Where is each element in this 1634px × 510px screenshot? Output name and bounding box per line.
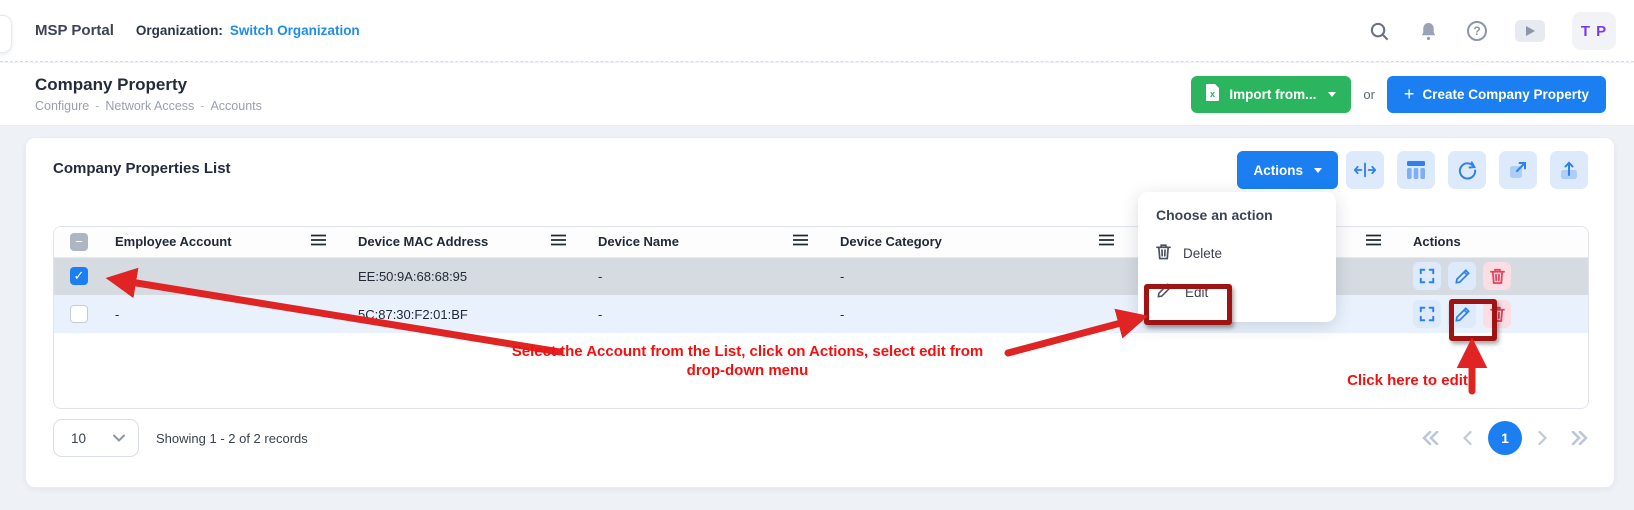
top-bar: MSP Portal Organization: Switch Organiza… [0,0,1634,62]
column-menu-icon[interactable] [311,234,326,249]
showing-records-text: Showing 1 - 2 of 2 records [156,431,308,446]
first-page-icon[interactable] [1422,431,1439,445]
edit-pencil-icon[interactable] [1448,262,1476,290]
card-toolbar: Actions [1237,151,1588,189]
menu-item-edit[interactable]: Edit [1156,279,1318,305]
column-header-device-mac: Device MAC Address [358,234,488,249]
row-checkbox[interactable] [70,305,88,323]
breadcrumb-separator: - [95,99,99,113]
fullscreen-icon[interactable] [1499,151,1537,189]
page-number-button[interactable]: 1 [1488,421,1522,455]
organization-label: Organization: [136,23,223,38]
column-header-device-category: Device Category [840,234,942,249]
card-title: Company Properties List [53,160,231,177]
plus-icon: + [1404,85,1415,103]
column-menu-icon[interactable] [793,234,808,249]
pager: 1 [1422,421,1588,455]
chevron-down-icon [1314,168,1322,173]
cell-device-name: - [582,295,824,333]
notifications-bell-icon[interactable] [1417,20,1439,42]
breadcrumb-separator: - [200,99,204,113]
or-label: or [1363,87,1375,102]
minus-icon: − [75,234,83,249]
page-title: Company Property [35,75,262,95]
column-menu-icon[interactable] [1366,234,1381,249]
breadcrumb: Configure-Network Access-Accounts [35,99,262,113]
column-menu-icon[interactable] [1099,234,1114,249]
chevron-down-icon [1328,92,1336,97]
prev-page-icon[interactable] [1463,431,1472,445]
video-tutorial-icon[interactable] [1515,20,1545,42]
switch-organization-link[interactable]: Switch Organization [230,23,360,38]
table-row[interactable]: ✓ - EE:50:9A:68:68:95 - - [54,257,1588,295]
cell-device-category: - [824,257,1130,295]
actions-dropdown-button[interactable]: Actions [1237,151,1338,189]
fit-columns-icon[interactable] [1346,151,1384,189]
row-checkbox[interactable]: ✓ [70,267,88,285]
column-header-device-name: Device Name [598,234,679,249]
table-header-row: − Employee Account Device MAC Address De… [54,227,1588,257]
expand-icon[interactable] [1413,262,1441,290]
top-icon-group: ? T P [1368,0,1616,62]
company-properties-card: Company Properties List Actions [25,137,1615,488]
cell-device-mac: EE:50:9A:68:68:95 [342,257,582,295]
cell-device-mac: 5C:87:30:F2:01:BF [342,295,582,333]
edit-pencil-icon[interactable] [1448,300,1476,328]
brand-title: MSP Portal [35,22,114,39]
columns-icon[interactable] [1397,151,1435,189]
pencil-icon [1156,282,1173,302]
table-row[interactable]: - 5C:87:30:F2:01:BF - - [54,295,1588,333]
column-header-actions: Actions [1413,234,1461,249]
cell-employee-account: - [99,257,342,295]
create-company-property-button[interactable]: + Create Company Property [1387,76,1606,113]
column-header-employee-account: Employee Account [115,234,232,249]
actions-dropdown-menu: Choose an action Delete Edit [1138,192,1336,322]
breadcrumb-item[interactable]: Network Access [105,99,194,113]
breadcrumb-item[interactable]: Configure [35,99,89,113]
expand-icon[interactable] [1413,300,1441,328]
refresh-icon[interactable] [1448,151,1486,189]
pagination-bar: 10 Showing 1 - 2 of 2 records 1 [53,419,1588,457]
column-menu-icon[interactable] [551,234,566,249]
cell-device-category: - [824,295,1130,333]
company-properties-table: − Employee Account Device MAC Address De… [53,226,1589,409]
check-icon: ✓ [74,268,85,284]
trash-icon [1156,243,1171,263]
excel-file-icon: x [1206,84,1220,104]
page-header: Company Property Configure-Network Acces… [0,63,1634,126]
next-page-icon[interactable] [1538,431,1547,445]
svg-text:x: x [1210,89,1215,99]
dropdown-title: Choose an action [1156,207,1318,223]
breadcrumb-item[interactable]: Accounts [210,99,261,113]
sidebar-toggle[interactable] [0,15,12,53]
chevron-down-icon [113,434,125,442]
delete-trash-icon[interactable] [1483,262,1511,290]
import-from-button[interactable]: x Import from... [1191,76,1351,113]
select-all-checkbox[interactable]: − [70,233,88,251]
help-icon[interactable]: ? [1466,20,1488,42]
page-size-select[interactable]: 10 [53,419,139,457]
msp-portal-page: MSP Portal Organization: Switch Organiza… [0,0,1634,510]
user-avatar[interactable]: T P [1572,12,1616,50]
last-page-icon[interactable] [1571,431,1588,445]
menu-item-delete[interactable]: Delete [1156,240,1318,266]
export-icon[interactable] [1550,151,1588,189]
search-icon[interactable] [1368,20,1390,42]
cell-device-name: - [582,257,824,295]
delete-trash-icon[interactable] [1483,300,1511,328]
cell-employee-account: - [99,295,342,333]
